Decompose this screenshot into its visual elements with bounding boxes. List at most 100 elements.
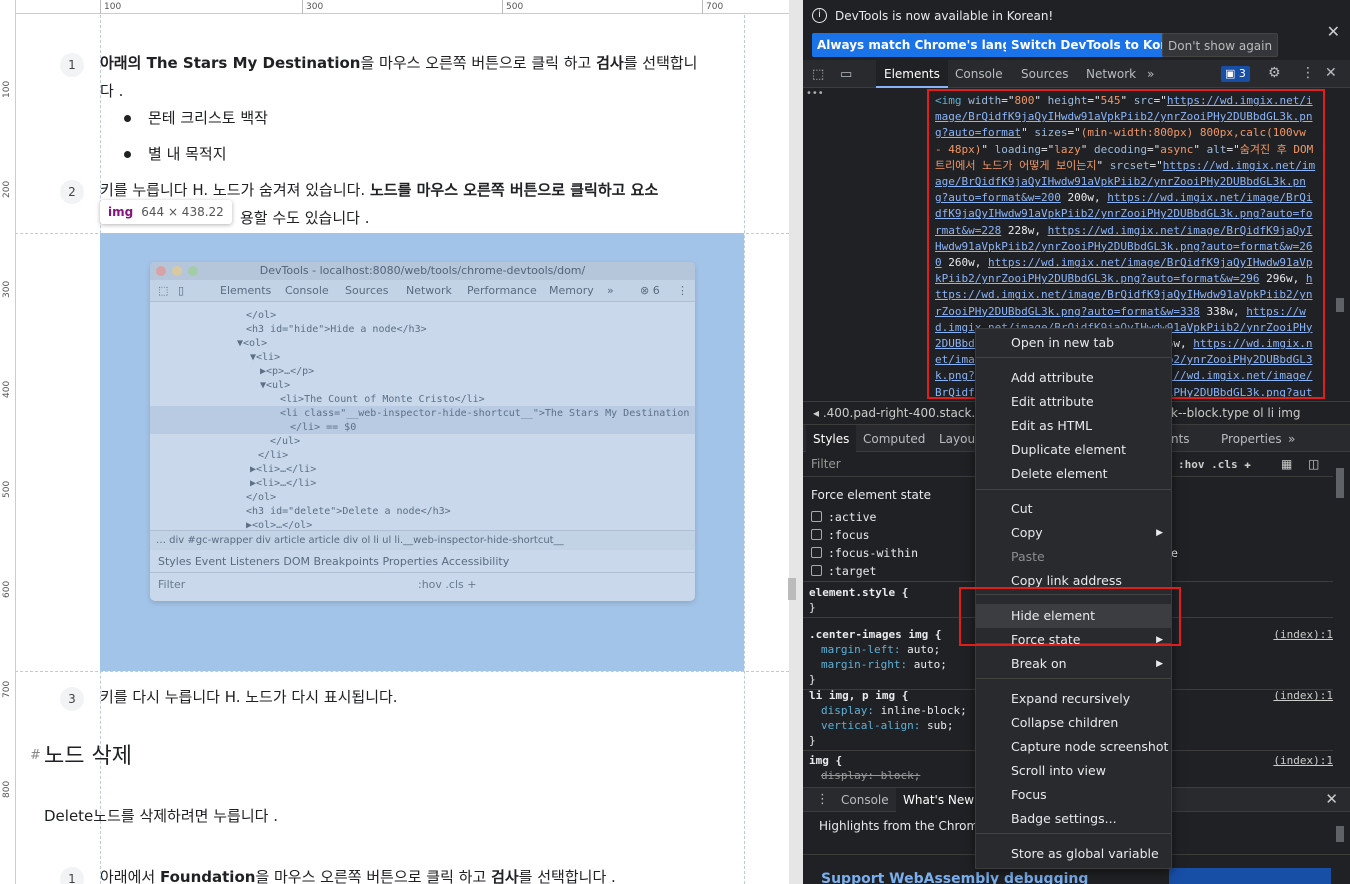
- language-infobar: i DevTools is now available in Korean! ✕…: [803, 0, 1350, 60]
- state-focus-within-checkbox[interactable]: :focus-within: [811, 546, 918, 560]
- ruler-tick: 100: [100, 0, 121, 14]
- menu-item-delete-element[interactable]: Delete element: [976, 462, 1171, 486]
- menu-item-capture-node-screenshot[interactable]: Capture node screenshot: [976, 735, 1171, 759]
- drawer-tab-whats-new[interactable]: What's New: [896, 788, 982, 812]
- step-text-wrap: 다 .: [100, 82, 124, 100]
- shot-dom-tree: </ol> <h3 id="hide">Hide a node</h3> ▼<o…: [150, 302, 695, 531]
- menu-item-label: Duplicate element: [1011, 442, 1127, 457]
- ellipsis-icon[interactable]: •••: [806, 88, 824, 99]
- menu-item-open-in-new-tab[interactable]: Open in new tab: [976, 331, 1171, 355]
- menu-item-label: Open in new tab: [1011, 335, 1115, 350]
- paint-icon[interactable]: ▦: [1281, 452, 1292, 477]
- promo-image: [1169, 868, 1331, 884]
- bullet-dot: [124, 115, 131, 122]
- shot-styles-tabs: Styles Event Listeners DOM Breakpoints P…: [150, 551, 695, 573]
- menu-separator: [976, 489, 1171, 490]
- menu-item-scroll-into-view[interactable]: Scroll into view: [976, 759, 1171, 783]
- bullet-dot: [124, 151, 131, 158]
- rule-source-link[interactable]: (index):1: [1273, 753, 1333, 768]
- window-titlebar: DevTools - localhost:8080/web/tools/chro…: [150, 262, 695, 280]
- sidebar-toggle-icon[interactable]: ◫: [1308, 452, 1319, 477]
- menu-item-label: Add attribute: [1011, 370, 1094, 385]
- tab-network[interactable]: Network: [1086, 67, 1136, 81]
- state-active-checkbox[interactable]: :active: [811, 510, 876, 524]
- menu-item-label: Badge settings...: [1011, 811, 1117, 826]
- dont-show-again-button[interactable]: Don't show again: [1162, 33, 1279, 57]
- ruler-left: 100 200 300 400 500 600 700 800: [0, 0, 16, 884]
- menu-item-edit-as-html[interactable]: Edit as HTML: [976, 414, 1171, 438]
- devtools-tabbar: ⬚ ▭ Elements Console Sources Network » ⚙…: [803, 60, 1350, 88]
- menu-item-copy[interactable]: Copy ▶: [976, 521, 1171, 545]
- menu-item-add-attribute[interactable]: Add attribute: [976, 366, 1171, 390]
- menu-item-focus[interactable]: Focus: [976, 783, 1171, 807]
- submenu-arrow-icon: ▶: [1156, 659, 1163, 669]
- tab-styles[interactable]: Styles: [806, 425, 857, 453]
- close-infobar-icon[interactable]: ✕: [1327, 22, 1340, 41]
- styles-scrollbar-thumb[interactable]: [1336, 468, 1344, 498]
- zoom-dot: [188, 266, 198, 276]
- menu-item-cut[interactable]: Cut: [976, 497, 1171, 521]
- page-scrollbar-thumb[interactable]: [788, 578, 796, 600]
- menu-item-paste: Paste: [976, 545, 1171, 569]
- menu-item-expand-recursively[interactable]: Expand recursively: [976, 687, 1171, 711]
- state-focus-checkbox[interactable]: :focus: [811, 528, 870, 542]
- close-drawer-icon[interactable]: ✕: [1325, 790, 1338, 808]
- more-subtabs-icon[interactable]: »: [1288, 432, 1295, 446]
- menu-item-label: Paste: [1011, 549, 1045, 564]
- shot-tabbar: ⬚ ▯ Elements Console Sources Network Per…: [150, 280, 695, 302]
- menu-item-label: Edit attribute: [1011, 394, 1094, 409]
- menu-item-badge-settings[interactable]: Badge settings...: [976, 807, 1171, 831]
- panel-splitter[interactable]: [789, 0, 803, 884]
- guide-line: [744, 0, 745, 884]
- shot-filter: Filter:hov .cls +: [158, 578, 477, 591]
- close-dot: [156, 266, 166, 276]
- rule-source-link[interactable]: (index):1: [1273, 627, 1333, 642]
- tab-properties[interactable]: Properties: [1221, 432, 1282, 446]
- menu-item-label: Copy link address: [1011, 573, 1122, 588]
- rule-source-link[interactable]: (index):1: [1273, 688, 1333, 703]
- inspect-element-icon[interactable]: ⬚: [812, 67, 824, 82]
- ruler-tick: 300: [302, 0, 323, 14]
- drawer-tab-console[interactable]: Console: [841, 793, 889, 807]
- shot-breadcrumbs: … div #gc-wrapper div article article di…: [150, 530, 695, 550]
- whats-new-item[interactable]: Support WebAssembly debugging: [821, 871, 1088, 884]
- device-toolbar-icon[interactable]: ▭: [840, 67, 852, 82]
- drawer-menu-icon[interactable]: ⋮: [816, 792, 829, 807]
- step-number: 1: [60, 867, 84, 884]
- breadcrumb-left[interactable]: ◂ .400.pad-right-400.stack.wic: [813, 402, 995, 424]
- issues-badge[interactable]: ▣ 3: [1221, 66, 1250, 82]
- kebab-menu-icon[interactable]: ⋮: [1301, 65, 1315, 81]
- more-tabs-icon[interactable]: »: [1147, 67, 1154, 81]
- dom-scrollbar-thumb[interactable]: [1336, 298, 1344, 312]
- state-target-checkbox[interactable]: :target: [811, 564, 876, 578]
- menu-item-label: Cut: [1011, 501, 1033, 516]
- close-devtools-icon[interactable]: ✕: [1325, 65, 1337, 81]
- menu-item-break-on[interactable]: Break on ▶: [976, 652, 1171, 676]
- checkbox[interactable]: [811, 529, 822, 540]
- tab-computed[interactable]: Computed: [863, 432, 925, 446]
- menu-item-collapse-children[interactable]: Collapse children: [976, 711, 1171, 735]
- breadcrumb-right[interactable]: k--block.type ol li img: [1171, 402, 1301, 424]
- menu-item-label: Scroll into view: [1011, 763, 1106, 778]
- ruler-top: 100 300 500 700: [0, 0, 789, 14]
- checkbox[interactable]: [811, 511, 822, 522]
- minimize-dot: [172, 266, 182, 276]
- step-text-wrap: 용할 수도 있습니다 .: [240, 209, 370, 227]
- menu-item-duplicate-element[interactable]: Duplicate element: [976, 438, 1171, 462]
- menu-item-edit-attribute[interactable]: Edit attribute: [976, 390, 1171, 414]
- checkbox[interactable]: [811, 565, 822, 576]
- tab-sources[interactable]: Sources: [1021, 67, 1068, 81]
- whats-new-scrollbar-thumb[interactable]: [1336, 826, 1344, 842]
- tab-console[interactable]: Console: [955, 67, 1003, 81]
- rule-selector: element.style {: [809, 586, 909, 599]
- gear-icon[interactable]: ⚙: [1268, 65, 1281, 81]
- hov-cls-toggles[interactable]: :hov .cls ✚: [1178, 452, 1251, 477]
- checkbox[interactable]: [811, 547, 822, 558]
- tab-elements[interactable]: Elements: [876, 60, 948, 88]
- menu-item-label: Collapse children: [1011, 715, 1119, 730]
- menu-item-store-as-global-variable[interactable]: Store as global variable: [976, 842, 1171, 866]
- tab-layout[interactable]: Layout: [939, 432, 980, 446]
- article-page: 100 300 500 700 100 200 300 400 500 600 …: [0, 0, 789, 884]
- tab-event-listeners[interactable]: nts: [1171, 432, 1190, 446]
- menu-separator: [976, 833, 1171, 834]
